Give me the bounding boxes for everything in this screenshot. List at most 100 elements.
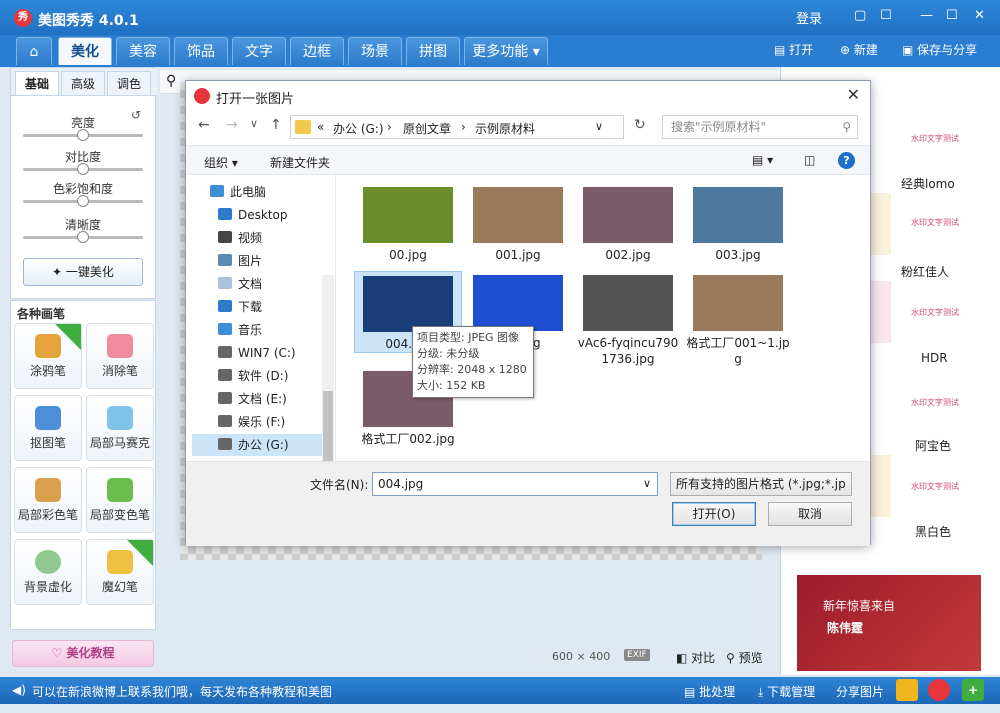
nav-drive-c[interactable]: WIN7 (C:) — [218, 342, 296, 364]
doodle-pen-tool[interactable]: 涂鸦笔 — [14, 323, 82, 389]
exif-button[interactable]: EXIF — [624, 649, 650, 661]
share-image-button[interactable]: 分享图片 — [836, 683, 884, 700]
close-icon[interactable]: ✕ — [974, 8, 985, 23]
file-item[interactable]: 002.jpg — [574, 187, 682, 263]
tab-more-features[interactable]: 更多功能 ▾ — [464, 37, 548, 65]
breadcrumb-separator[interactable]: › — [387, 120, 392, 134]
subtab-color[interactable]: 调色 — [107, 71, 151, 95]
slider-knob[interactable] — [77, 231, 89, 243]
search-input[interactable]: 搜索"示例原材料" ⚲ — [662, 115, 858, 139]
forward-arrow-icon[interactable]: → — [226, 117, 238, 133]
compare-button[interactable]: ◧ 对比 — [676, 649, 715, 666]
ad-line-1: 新年惊喜来自 — [823, 599, 896, 613]
folder-icon: ▤ — [774, 43, 790, 57]
beautify-tutorial-button[interactable]: ♡ 美化教程 — [12, 640, 154, 667]
breadcrumb-overflow[interactable]: « — [317, 120, 324, 134]
batch-button[interactable]: ▤ 批处理 — [684, 683, 735, 700]
refresh-icon[interactable]: ↻ — [634, 117, 646, 133]
tab-beautify[interactable]: 美化 — [58, 37, 112, 65]
slider-knob[interactable] — [77, 163, 89, 175]
tab-scene[interactable]: 场景 — [348, 37, 402, 65]
login-link[interactable]: 登录 — [796, 8, 822, 27]
weibo-icon[interactable] — [928, 679, 950, 701]
open-file-button[interactable]: 打开(O) — [672, 502, 756, 526]
one-key-beautify-button[interactable]: ✦ 一键美化 — [23, 258, 143, 286]
nav-this-pc[interactable]: 此电脑 — [210, 181, 266, 203]
file-item[interactable]: 00.jpg — [354, 187, 462, 263]
nav-drive-e[interactable]: 文档 (E:) — [218, 388, 287, 410]
effect-abao[interactable]: 阿宝色 — [915, 437, 951, 454]
view-options-icon[interactable]: ▤ ▾ — [752, 153, 773, 167]
color-change-tool[interactable]: 局部变色笔 — [86, 467, 154, 533]
magic-pen-tool[interactable]: 魔幻笔 — [86, 539, 154, 605]
subtab-basic[interactable]: 基础 — [15, 71, 59, 95]
tab-collage[interactable]: 拼图 — [406, 37, 460, 65]
nav-music[interactable]: 音乐 — [218, 319, 262, 341]
tab-frame[interactable]: 边框 — [290, 37, 344, 65]
new-button[interactable]: ⊕ 新建 — [840, 41, 878, 58]
new-folder-button[interactable]: 新建文件夹 — [270, 154, 330, 171]
dialog-close-icon[interactable]: ✕ — [847, 85, 860, 104]
maximize-icon[interactable]: ☐ — [946, 8, 958, 23]
contrast-slider[interactable]: 对比度 — [23, 148, 143, 175]
breadcrumb-sample-materials[interactable]: 示例原材料 — [475, 120, 535, 137]
brightness-slider[interactable]: 亮度 — [23, 114, 143, 141]
address-dropdown-icon[interactable]: ∨ — [595, 120, 603, 133]
effect-lomo[interactable]: 经典lomo — [901, 175, 955, 192]
nav-drive-f[interactable]: 娱乐 (F:) — [218, 411, 285, 433]
slider-knob[interactable] — [77, 129, 89, 141]
filename-input[interactable]: 004.jpg ∨ — [372, 472, 658, 496]
up-arrow-icon[interactable]: ↑ — [270, 117, 282, 133]
nav-videos[interactable]: 视频 — [218, 227, 262, 249]
sharpness-slider[interactable]: 清晰度 — [23, 216, 143, 243]
tab-beauty[interactable]: 美容 — [116, 37, 170, 65]
feedback-icon[interactable]: ☐ — [880, 8, 892, 23]
download-manager-button[interactable]: ⤓ 下载管理 — [758, 683, 815, 700]
add-icon[interactable]: + — [962, 679, 984, 701]
recent-chevron-icon[interactable]: ∨ — [250, 117, 258, 130]
file-item[interactable]: 格式工厂001~1.jpg — [684, 275, 792, 367]
slider-knob[interactable] — [77, 195, 89, 207]
breadcrumb-drive-g[interactable]: 办公 (G:) — [333, 120, 384, 137]
nav-drive-d[interactable]: 软件 (D:) — [218, 365, 288, 387]
mosaic-tool[interactable]: 局部马赛克 — [86, 395, 154, 461]
tab-accessories[interactable]: 饰品 — [174, 37, 228, 65]
background-blur-tool[interactable]: 背景虚化 — [14, 539, 82, 605]
cancel-button[interactable]: 取消 — [768, 502, 852, 526]
effect-pink-lady[interactable]: 粉红佳人 — [901, 263, 949, 280]
back-arrow-icon[interactable]: ← — [198, 117, 210, 133]
help-icon[interactable]: ? — [838, 152, 855, 169]
eraser-tool[interactable]: 消除笔 — [86, 323, 154, 389]
effect-hdr[interactable]: HDR — [921, 351, 948, 365]
nav-desktop[interactable]: Desktop — [218, 204, 288, 226]
minimize-icon[interactable]: — — [920, 8, 933, 23]
save-share-button[interactable]: ▣ 保存与分享 — [902, 41, 977, 58]
effect-bw[interactable]: 黑白色 — [915, 523, 951, 540]
cutout-pen-tool[interactable]: 抠图笔 — [14, 395, 82, 461]
nav-drive-g[interactable]: 办公 (G:) — [192, 434, 322, 456]
nav-downloads[interactable]: 下载 — [218, 296, 262, 318]
file-item[interactable]: 001.jpg — [464, 187, 572, 263]
star-icon[interactable] — [896, 679, 918, 701]
file-item[interactable]: vAc6-fyqincu7901736.jpg — [574, 275, 682, 367]
file-type-select[interactable]: 所有支持的图片格式 (*.jpg;*.jp — [670, 472, 852, 496]
partial-color-tool[interactable]: 局部彩色笔 — [14, 467, 82, 533]
preview-button[interactable]: ⚲ 预览 — [726, 649, 763, 666]
nav-documents[interactable]: 文档 — [218, 273, 262, 295]
message-icon[interactable]: ▢ — [854, 8, 866, 23]
open-button[interactable]: ▤ 打开 — [774, 41, 813, 58]
nav-pictures[interactable]: 图片 — [218, 250, 262, 272]
breadcrumb-separator[interactable]: › — [461, 120, 466, 134]
saturation-slider[interactable]: 色彩饱和度 — [23, 180, 143, 207]
home-tab[interactable]: ⌂ — [16, 37, 52, 65]
advertisement-banner[interactable]: 新年惊喜来自 陈伟霆 — [797, 575, 981, 671]
tab-text[interactable]: 文字 — [232, 37, 286, 65]
file-item[interactable]: 003.jpg — [684, 187, 792, 263]
filename-dropdown-icon[interactable]: ∨ — [643, 473, 651, 495]
organize-button[interactable]: 组织 ▾ — [204, 154, 238, 171]
breadcrumb-original-articles[interactable]: 原创文章 — [403, 120, 451, 137]
zoom-icon[interactable]: ⚲ — [166, 73, 176, 89]
address-bar[interactable]: « 办公 (G:) › 原创文章 › 示例原材料 ∨ — [290, 115, 624, 139]
subtab-advanced[interactable]: 高级 — [61, 71, 105, 95]
preview-pane-icon[interactable]: ◫ — [804, 153, 815, 167]
